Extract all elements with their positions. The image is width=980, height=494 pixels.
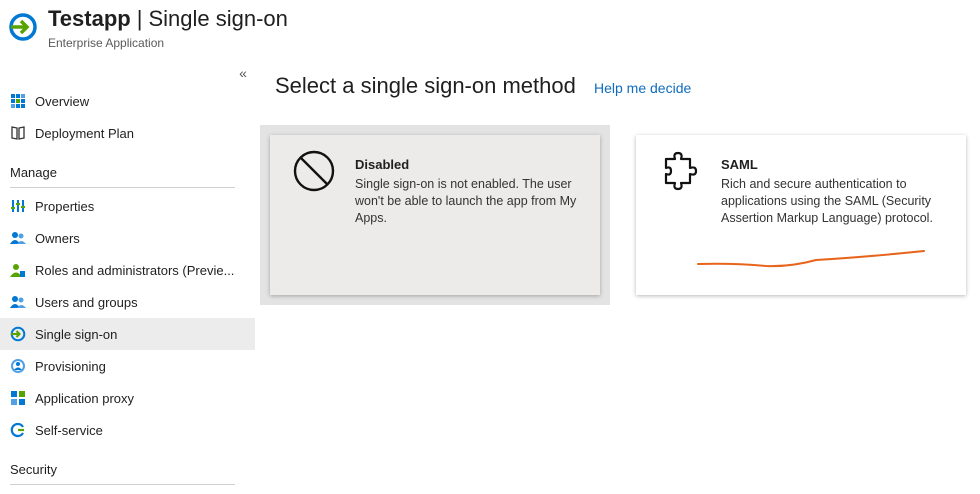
main-heading: Select a single sign-on method	[275, 73, 576, 98]
sidebar-item-application-proxy[interactable]: Application proxy	[0, 382, 255, 414]
card-title: Disabled	[355, 157, 410, 172]
sidebar-item-deployment-plan[interactable]: Deployment Plan	[0, 117, 255, 149]
section-divider	[10, 187, 235, 188]
card-title: SAML	[721, 157, 758, 172]
disabled-circle-icon	[293, 150, 335, 192]
overview-grid-icon	[11, 94, 25, 108]
sidebar-item-label: Properties	[35, 198, 95, 214]
sso-method-card-saml[interactable]: SAML Rich and secure authentication to a…	[636, 135, 966, 295]
puzzle-piece-icon	[664, 151, 698, 191]
users-icon	[10, 232, 26, 244]
sidebar-item-label: Application proxy	[35, 390, 134, 406]
sidebar-item-label: Roles and administrators (Previe...	[35, 262, 235, 278]
sidebar-item-roles-and-administrators[interactable]: Roles and administrators (Previe...	[0, 254, 255, 286]
properties-bars-icon	[11, 200, 25, 212]
book-icon	[11, 126, 25, 140]
section-header-security: Security	[10, 462, 57, 477]
sidebar-item-label: Users and groups	[35, 294, 138, 310]
sidebar-item-label: Provisioning	[35, 358, 106, 374]
page-name: Single sign-on	[148, 6, 288, 31]
sidebar-item-users-and-groups[interactable]: Users and groups	[0, 286, 255, 318]
sidebar-item-provisioning[interactable]: Provisioning	[0, 350, 255, 382]
sidebar-item-label: Single sign-on	[35, 326, 118, 342]
collapse-sidebar-button[interactable]: «	[234, 64, 252, 82]
sidebar-item-properties[interactable]: Properties	[0, 190, 255, 222]
sidebar-item-label: Overview	[35, 93, 90, 109]
role-icon	[10, 264, 25, 277]
sidebar-item-self-service[interactable]: Self-service	[0, 414, 255, 446]
sso-arrow-icon	[10, 326, 26, 342]
page-title: Testapp | Single sign-on	[48, 6, 288, 32]
sidebar-item-overview[interactable]: Overview	[0, 85, 255, 117]
sidebar-item-single-sign-on[interactable]: Single sign-on	[0, 318, 255, 350]
page-header: Testapp | Single sign-on Enterprise Applic…	[0, 0, 980, 60]
app-proxy-icon	[11, 391, 25, 405]
card-description: Rich and secure authentication to applic…	[721, 177, 933, 225]
sso-app-logo-icon	[9, 13, 37, 41]
sidebar: « Overview Deployment Plan Manage Proper…	[0, 62, 255, 494]
page-subtitle: Enterprise Application	[48, 36, 165, 50]
sidebar-item-owners[interactable]: Owners	[0, 222, 255, 254]
provisioning-icon	[11, 359, 25, 373]
section-divider	[10, 484, 235, 485]
sidebar-item-label: Deployment Plan	[35, 125, 134, 141]
app-name: Testapp	[48, 6, 131, 31]
section-header-manage: Manage	[10, 165, 57, 180]
users-icon	[10, 296, 26, 308]
sidebar-item-label: Owners	[35, 230, 80, 246]
self-service-icon	[10, 422, 24, 438]
help-me-decide-link[interactable]: Help me decide	[594, 80, 691, 96]
sso-method-card-disabled[interactable]: Disabled Single sign-on is not enabled. …	[270, 135, 600, 295]
hand-drawn-underline-annotation	[697, 250, 925, 268]
sidebar-item-label: Self-service	[35, 422, 103, 438]
card-description: Single sign-on is not enabled. The user …	[355, 177, 577, 225]
title-separator: |	[136, 6, 143, 31]
